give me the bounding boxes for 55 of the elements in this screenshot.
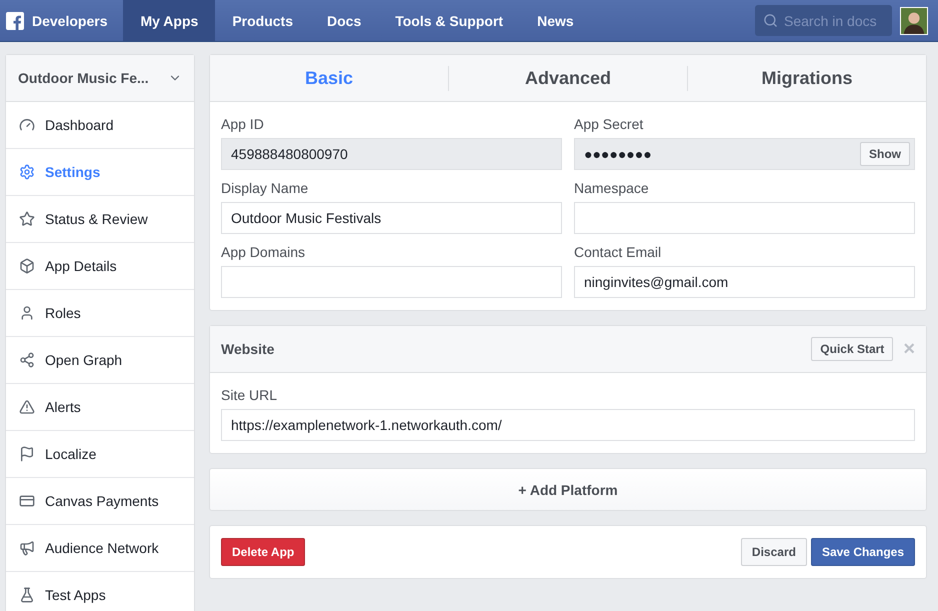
megaphone-icon [19, 540, 35, 556]
field-label: Contact Email [574, 244, 662, 260]
brand-name: Developers [32, 12, 108, 28]
tab[interactable]: Advanced [448, 66, 687, 90]
avatar[interactable] [900, 7, 928, 35]
sidebar-item[interactable]: Alerts [6, 384, 194, 431]
input-field[interactable]: 459888480800970 [221, 138, 562, 170]
discard-button[interactable]: Discard [740, 538, 807, 566]
nav-link[interactable]: My Apps [123, 0, 216, 41]
sidebar-item[interactable]: Canvas Payments [6, 478, 194, 525]
input-field[interactable]: ●●●●●●●● Show [574, 138, 915, 170]
field-label: App Secret [574, 116, 644, 132]
sidebar-item[interactable]: Localize [6, 431, 194, 478]
add-platform-button[interactable]: + Add Platform [209, 468, 927, 511]
app-selector[interactable]: Outdoor Music Fe... [6, 55, 194, 102]
quick-start-button[interactable]: Quick Start [811, 337, 894, 361]
nav-link[interactable]: Products [215, 0, 310, 41]
input-field[interactable]: Outdoor Music Festivals [221, 202, 562, 234]
search-icon [763, 13, 778, 28]
field-label: Display Name [221, 180, 310, 196]
sidebar-item[interactable]: Test Apps [6, 572, 194, 611]
flask-icon [19, 587, 35, 603]
warning-icon [19, 399, 35, 415]
sidebar-item[interactable]: App Details [6, 243, 194, 290]
input-field[interactable] [574, 202, 915, 234]
field-label: App ID [221, 116, 265, 132]
delete-button[interactable]: Delete App [221, 538, 306, 566]
field-label: App Domains [221, 244, 306, 260]
show-button[interactable]: Show [860, 142, 910, 166]
sidebar-item[interactable]: Audience Network [6, 525, 194, 572]
flag-icon [19, 446, 35, 462]
cube-icon [19, 258, 35, 274]
sidebar-item[interactable]: Open Graph [6, 337, 194, 384]
logo-icon[interactable] [6, 12, 24, 30]
graph-icon [19, 352, 35, 368]
save-button[interactable]: Save Changes [810, 538, 915, 566]
sidebar-item[interactable]: Settings [6, 149, 194, 196]
gauge-icon [19, 117, 35, 133]
person-icon [19, 305, 35, 321]
field-label: Site URL [221, 387, 278, 403]
nav-link[interactable]: News [520, 0, 591, 41]
sidebar-item[interactable]: Status & Review [6, 196, 194, 243]
nav-link[interactable]: Docs [310, 0, 378, 41]
input-field[interactable]: ninginvites@gmail.com [574, 266, 915, 298]
star-icon [19, 211, 35, 227]
input-field[interactable]: https://examplenetwork-1.networkauth.com/ [221, 409, 915, 441]
card-icon [19, 493, 35, 509]
field-label: Namespace [574, 180, 650, 196]
settings-icon [19, 164, 35, 180]
nav-link[interactable]: Tools & Support [378, 0, 520, 41]
tab[interactable]: Migrations [687, 66, 926, 90]
sidebar-item[interactable]: Roles [6, 290, 194, 337]
sidebar-item[interactable]: Dashboard [6, 102, 194, 149]
input-field[interactable] [221, 266, 562, 298]
section-title: Website [221, 341, 276, 357]
